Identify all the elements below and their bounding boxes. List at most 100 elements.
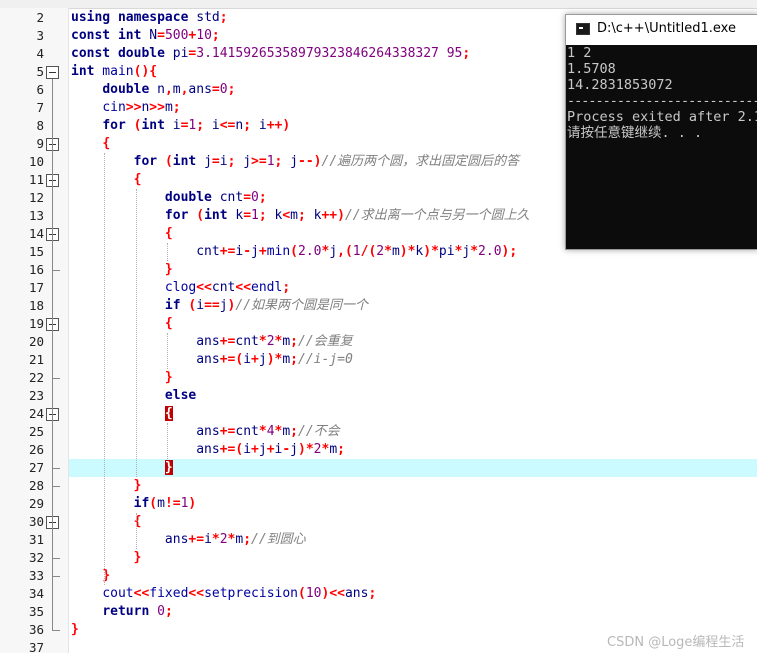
line-number: 25: [28, 424, 44, 439]
code-line[interactable]: ans+=cnt*4*m;//不会: [71, 423, 339, 441]
console-titlebar[interactable]: D:\c++\Untitled1.exe: [566, 15, 757, 45]
code-token: ): [266, 352, 275, 367]
code-line[interactable]: const double pi=3.1415926535897932384626…: [71, 45, 470, 63]
console-line: 1 2: [567, 45, 592, 61]
code-line[interactable]: for (int k=1; k<m; k++)//求出离一个点与另一个圆上久: [71, 207, 530, 225]
code-line[interactable]: cout<<fixed<<setprecision(10)<<ans;: [71, 585, 376, 603]
code-line[interactable]: }: [71, 261, 173, 279]
code-line[interactable]: if (i==j)//如果两个圆是同一个: [71, 297, 368, 315]
code-line[interactable]: if(m!=1): [71, 495, 197, 513]
line-number: 32: [28, 550, 44, 565]
line-number: 3: [36, 28, 44, 43]
code-token: cnt: [235, 334, 259, 349]
code-line[interactable]: for (int j=i; j>=1; j--)//遍历两个圆，求出固定圆后的答: [71, 153, 520, 171]
code-line[interactable]: cnt+=i-j+min(2.0*j,(1/(2*m)*k)*pi*j*2.0)…: [71, 243, 517, 261]
code-token: cin: [102, 100, 126, 115]
code-comment: //遍历两个圆，求出固定圆后的答: [321, 154, 520, 169]
code-token: if: [164, 298, 181, 313]
code-token: const: [71, 46, 111, 61]
code-token: ;: [164, 604, 173, 619]
code-token: for: [133, 154, 158, 169]
code-line[interactable]: {: [71, 225, 173, 243]
code-token: for: [164, 208, 189, 223]
console-window[interactable]: D:\c++\Untitled1.exe 1 2 1.5708 14.28318…: [565, 14, 757, 250]
code-token: k: [305, 208, 322, 223]
line-number: 18: [28, 298, 44, 313]
code-line[interactable]: double cnt=0;: [71, 189, 267, 207]
line-number: 5: [36, 64, 44, 79]
code-line[interactable]: {: [71, 405, 173, 423]
code-token: *: [470, 244, 479, 259]
code-comment: //如果两个圆是同一个: [235, 298, 369, 313]
code-line[interactable]: }: [71, 459, 173, 477]
code-line[interactable]: ans+=i*2*m;//到圆心: [71, 531, 306, 549]
code-line[interactable]: ans+=(i+j+i-j)*2*m;: [71, 441, 345, 459]
code-token: =: [243, 208, 252, 223]
code-line[interactable]: ans+=cnt*2*m;//会重复: [71, 333, 352, 351]
line-number: 11: [28, 172, 44, 187]
code-token: ;: [243, 118, 252, 133]
fold-toggle-icon[interactable]: [46, 66, 59, 79]
code-line[interactable]: }: [71, 369, 173, 387]
code-line[interactable]: {: [71, 171, 142, 189]
code-token: j: [290, 442, 298, 457]
code-line[interactable]: {: [71, 135, 110, 153]
line-number: 6: [36, 82, 44, 97]
code-token: else: [164, 388, 197, 403]
code-line[interactable]: using namespace std;: [71, 9, 228, 27]
code-token: j: [329, 244, 338, 259]
code-token: 500: [164, 28, 189, 43]
code-token: ): [188, 496, 197, 511]
code-line[interactable]: const int N=500+10;: [71, 27, 220, 45]
code-token: std: [188, 10, 220, 25]
code-line[interactable]: ans+=(i+j)*m;//i-j=0: [71, 351, 353, 369]
code-token: ans: [344, 586, 369, 601]
code-token: (){: [133, 64, 158, 79]
code-token: ++: [321, 208, 338, 223]
code-token: j: [196, 154, 212, 169]
code-line[interactable]: {: [71, 513, 142, 531]
code-token: ): [337, 208, 345, 223]
code-token: cnt: [211, 190, 244, 205]
code-line[interactable]: else: [71, 387, 196, 405]
code-line[interactable]: }: [71, 477, 142, 495]
code-token: ): [282, 118, 291, 133]
code-token: !=: [164, 496, 181, 511]
code-token: >=: [251, 154, 267, 169]
code-line[interactable]: double n,m,ans=0;: [71, 81, 235, 99]
code-token: 0: [219, 82, 228, 97]
code-line[interactable]: int main(){: [71, 63, 157, 81]
code-line[interactable]: for (int i=1; i<=n; i++): [71, 117, 290, 135]
code-token: ;: [196, 118, 205, 133]
code-token: int: [204, 208, 228, 223]
code-token: -: [282, 442, 291, 457]
line-number: 29: [28, 496, 44, 511]
bracket-match: }: [164, 460, 173, 475]
code-token: <=: [219, 118, 236, 133]
code-line[interactable]: }: [71, 549, 142, 567]
code-line[interactable]: return 0;: [71, 603, 173, 621]
fold-end-marker: [52, 630, 60, 631]
code-token: ): [399, 244, 408, 259]
code-token: double: [117, 46, 165, 61]
code-line[interactable]: }: [71, 621, 79, 639]
code-token: i: [196, 298, 205, 313]
code-token: i: [219, 154, 228, 169]
code-token: (: [298, 586, 306, 601]
code-line[interactable]: cin>>n>>m;: [71, 99, 180, 117]
indent-guide: [167, 243, 169, 261]
code-token: +: [258, 244, 267, 259]
code-line[interactable]: {: [71, 315, 173, 333]
